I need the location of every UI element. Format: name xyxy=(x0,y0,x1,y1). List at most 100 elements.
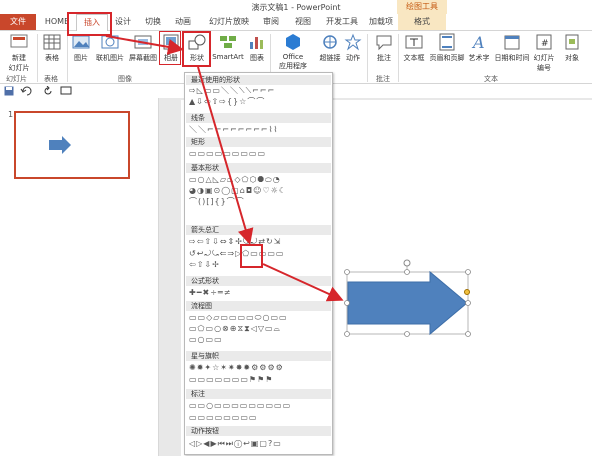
recent-shapes-row-1[interactable]: ⇨◺▭▭＼＼⟍⟍⌐⌐⌐ xyxy=(189,86,329,96)
tab-view[interactable]: 视图 xyxy=(290,14,316,30)
tab-format[interactable]: 格式 xyxy=(398,14,446,30)
new-slide-label: 新建 幻灯片 xyxy=(8,54,30,72)
screenshot-button[interactable]: 屏幕截图 xyxy=(127,33,159,63)
date-time-label: 日期和时间 xyxy=(494,54,530,62)
section-callouts: 标注 xyxy=(186,389,331,399)
calendar-icon xyxy=(504,35,520,50)
recent-shapes-row-2[interactable]: ▲⇩⇦⇧⇨{}☆⌒⌒ xyxy=(189,97,329,107)
action-button[interactable]: 动作 xyxy=(343,33,363,63)
section-stars-banners: 星与旗帜 xyxy=(186,351,331,361)
header-footer-icon xyxy=(439,33,455,51)
tab-animations[interactable]: 动画 xyxy=(170,14,196,30)
section-action-buttons: 动作按钮 xyxy=(186,426,331,436)
tab-addins[interactable]: 加载项 xyxy=(366,14,396,30)
comment-icon xyxy=(376,35,392,51)
section-lines: 线条 xyxy=(186,113,331,123)
present-from-start-icon[interactable] xyxy=(60,86,72,96)
lines-row-1[interactable]: ＼＼⌐⌐⌐⌐⌐⌐⌐⌐⌇⌇ xyxy=(189,125,329,135)
section-rectangles: 矩形 xyxy=(186,137,331,147)
rectangles-row-1[interactable]: ▭▭▭▭▭▭▭▭▭ xyxy=(189,149,329,159)
hyperlink-label: 超链接 xyxy=(319,54,341,62)
highlight-album xyxy=(159,31,181,65)
group-comments-label: 批注 xyxy=(376,75,390,83)
selected-arrow-shape[interactable] xyxy=(340,258,475,340)
screenshot-label: 屏幕截图 xyxy=(129,54,157,62)
stars-banners-row-1[interactable]: ✺✹✦☆✶✷✸✹⚙⚙⚙⚙ xyxy=(189,363,329,373)
comment-button[interactable]: 批注 xyxy=(373,33,395,63)
tab-transitions[interactable]: 切换 xyxy=(140,14,166,30)
group-text-label: 文本 xyxy=(484,75,498,83)
textbox-icon xyxy=(405,35,423,49)
object-label: 对象 xyxy=(565,54,579,62)
slide-number-button[interactable]: # 幻灯片 编号 xyxy=(531,33,557,73)
svg-text:#: # xyxy=(541,39,549,49)
flowchart-row-3[interactable]: ▭○▭▭ xyxy=(189,335,329,345)
slide-number: 1 xyxy=(8,110,14,119)
callouts-row-2[interactable]: ▭▭▭▭▭▭▭▭ xyxy=(189,413,329,423)
slide-number-label: 幻灯片 编号 xyxy=(533,54,555,72)
header-footer-button[interactable]: 页眉和页脚 xyxy=(429,33,465,63)
basic-shapes-row-2[interactable]: ◕◑▣⊙◯▢⌂◘☺♡☼☾ xyxy=(189,186,329,196)
tab-slideshow[interactable]: 幻灯片放映 xyxy=(204,14,254,30)
thumbnail-arrow-icon xyxy=(49,136,71,154)
date-time-button[interactable]: 日期和时间 xyxy=(493,33,531,63)
table-icon xyxy=(43,34,61,50)
highlight-shapes-button xyxy=(182,31,211,67)
save-icon[interactable] xyxy=(4,86,14,96)
wordart-label: 艺术字 xyxy=(468,54,490,62)
group-images-label: 图像 xyxy=(118,75,132,83)
tab-developer[interactable]: 开发工具 xyxy=(322,14,362,30)
object-icon xyxy=(565,34,579,50)
flowchart-row-2[interactable]: ▭⬠▭○⊗⊕⧖⧗◁▽▭⌓ xyxy=(189,324,329,334)
undo-icon[interactable] xyxy=(20,86,34,96)
office-apps-label: Office 应用程序 xyxy=(279,53,307,70)
section-basic-shapes: 基本形状 xyxy=(186,163,331,173)
svg-text:A: A xyxy=(471,33,485,51)
table-button[interactable]: 表格 xyxy=(40,33,64,63)
equation-shapes-row-1[interactable]: ✚━✖÷═≠ xyxy=(189,288,329,298)
tab-design[interactable]: 设计 xyxy=(110,14,136,30)
picture-label: 图片 xyxy=(74,54,88,62)
group-tables-label: 表格 xyxy=(44,75,58,83)
online-picture-label: 联机图片 xyxy=(96,54,124,62)
textbox-button[interactable]: 文本框 xyxy=(401,33,427,63)
chart-icon xyxy=(250,37,263,49)
basic-shapes-row-1[interactable]: ▭○△◺▱⏢◇⬠⬡⯃⬭◔ xyxy=(189,175,329,185)
table-label: 表格 xyxy=(45,54,59,62)
callouts-row-1[interactable]: ▭▭○▭▭▭▭▭▭▭▭▭ xyxy=(189,401,329,411)
online-picture-button[interactable]: 联机图片 xyxy=(94,33,126,63)
new-slide-button[interactable]: 新建 幻灯片 xyxy=(4,33,34,73)
section-recent-shapes: 最近使用的形状 xyxy=(186,75,331,85)
basic-shapes-row-3[interactable]: ⌒()[]{}⌒⌒ xyxy=(189,197,329,207)
office-apps-button[interactable]: Office 应用程序 xyxy=(274,33,312,71)
screenshot-icon xyxy=(134,35,152,49)
highlight-insert-tab xyxy=(67,12,112,36)
wordart-button[interactable]: A 艺术字 xyxy=(466,33,492,63)
header-footer-label: 页眉和页脚 xyxy=(429,54,465,62)
smartart-label: SmartArt xyxy=(212,53,244,61)
redo-icon[interactable] xyxy=(44,86,54,96)
new-slide-icon xyxy=(10,34,28,48)
stars-banners-row-2[interactable]: ▭▭▭▭▭▭▭⚑⚑⚑ xyxy=(189,375,329,385)
section-flowchart: 流程图 xyxy=(186,301,331,311)
hyperlink-icon xyxy=(323,35,337,49)
smartart-button[interactable]: SmartArt xyxy=(212,33,244,61)
drawing-tools-group-label: 绘图工具 xyxy=(397,0,447,14)
section-block-arrows: 箭头总汇 xyxy=(186,225,331,235)
comment-label: 批注 xyxy=(377,54,391,62)
flowchart-row-1[interactable]: ▭▭◇▱▭▭▭▭⬭○▭▭ xyxy=(189,313,329,323)
action-buttons-row-1[interactable]: ◁▷◀▶⏮⏭ⓘ↩▣▢?▭ xyxy=(189,439,329,449)
group-slides-label: 幻灯片 xyxy=(6,75,27,83)
picture-button[interactable]: 图片 xyxy=(70,33,92,63)
hyperlink-button[interactable]: 超链接 xyxy=(318,33,342,63)
object-button[interactable]: 对象 xyxy=(559,33,585,63)
action-label: 动作 xyxy=(346,54,360,62)
slide-number-icon: # xyxy=(536,34,552,50)
office-apps-icon xyxy=(286,34,300,50)
slide-thumbnail[interactable] xyxy=(14,111,130,179)
tab-file[interactable]: 文件 xyxy=(0,14,36,30)
tab-review[interactable]: 审阅 xyxy=(258,14,284,30)
highlight-right-arrow-shape xyxy=(240,244,263,268)
section-equation-shapes: 公式形状 xyxy=(186,276,331,286)
chart-button[interactable]: 图表 xyxy=(246,33,268,63)
